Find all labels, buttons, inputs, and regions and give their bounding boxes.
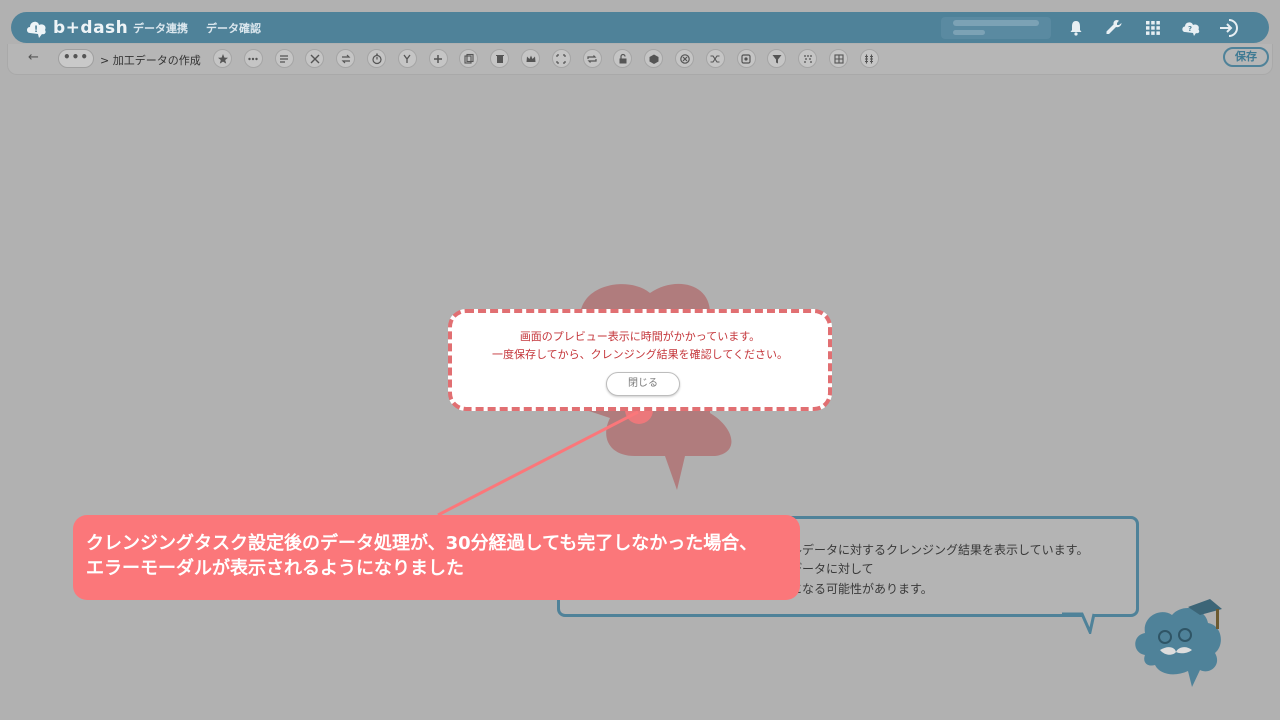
bell-icon[interactable] <box>1065 17 1087 39</box>
modal-message-line1: 画面のプレビュー表示に時間がかかっています。 <box>519 330 761 343</box>
panel-text-line1: ルデータに対するクレンジング結果を表示しています。 <box>790 543 1089 557</box>
star-icon[interactable] <box>213 49 232 68</box>
panel-tail <box>1062 612 1096 634</box>
shuffle-icon[interactable] <box>705 49 725 68</box>
nav-data-check[interactable]: データ確認 <box>206 20 261 36</box>
plus-icon[interactable] <box>428 49 448 68</box>
copy-icon[interactable] <box>459 49 479 68</box>
user-account-info[interactable] <box>941 17 1051 39</box>
lock-icon[interactable] <box>613 49 633 68</box>
wrench-icon[interactable] <box>1103 17 1125 39</box>
columns-icon[interactable] <box>859 49 879 68</box>
pattern-icon[interactable] <box>798 49 818 68</box>
nav-data-integration[interactable]: データ連携 <box>133 20 188 36</box>
branch-icon[interactable] <box>397 49 417 68</box>
callout-line2: エラーモーダルが表示されるようになりました <box>86 558 464 579</box>
grid-icon[interactable] <box>829 49 848 68</box>
feature-callout: クレンジングタスク設定後のデータ処理が、30分経過しても完了しなかった場合、 エ… <box>73 515 800 600</box>
trash-icon[interactable] <box>490 49 510 68</box>
swap-icon[interactable] <box>336 49 356 68</box>
editor-toolbar: ← ••• > 加工データの作成 保存 <box>7 44 1273 75</box>
timer-icon[interactable] <box>367 49 386 68</box>
modal-message-line2: 一度保存してから、クレンジング結果を確認してください。 <box>491 348 788 361</box>
cube-icon[interactable] <box>644 49 664 68</box>
svg-text:?: ? <box>1188 25 1192 33</box>
cancel-icon[interactable] <box>675 49 694 68</box>
save-button[interactable]: 保存 <box>1223 47 1269 67</box>
breadcrumb: > 加工データの作成 <box>100 54 201 67</box>
repeat-icon[interactable] <box>582 49 602 68</box>
close-button[interactable]: 閉じる <box>606 372 680 396</box>
mascot-icon <box>1135 599 1222 687</box>
apps-grid-icon[interactable] <box>1142 17 1164 39</box>
logo-text: b+dash <box>53 17 129 38</box>
more-menu-button[interactable]: ••• <box>58 49 94 68</box>
preview-timeout-error-modal: 画面のプレビュー表示に時間がかかっています。 一度保存してから、クレンジング結果… <box>448 309 832 411</box>
ellipsis-icon[interactable] <box>243 49 263 68</box>
text-align-icon[interactable] <box>274 49 294 68</box>
panel-text-line2: データに対して <box>790 562 874 576</box>
expand-icon[interactable] <box>551 49 571 68</box>
svg-text:!: ! <box>34 25 38 35</box>
top-navigation-bar: ! b+dash データ連携 データ確認 ? <box>11 12 1269 43</box>
filter-icon[interactable] <box>767 49 787 68</box>
help-cloud-icon[interactable]: ? <box>1180 17 1202 39</box>
back-arrow-icon[interactable]: ← <box>28 50 39 65</box>
tools-icon[interactable] <box>305 49 325 68</box>
crown-icon[interactable] <box>521 49 540 68</box>
logout-icon[interactable] <box>1218 17 1240 39</box>
panel-text-line3: になる可能性があります。 <box>790 582 933 596</box>
settings-icon[interactable] <box>736 49 756 68</box>
logo-cloud-icon: ! <box>27 21 46 38</box>
callout-line1: クレンジングタスク設定後のデータ処理が、30分経過しても完了しなかった場合、 <box>86 533 758 554</box>
bdash-logo[interactable]: ! b+dash <box>25 16 128 39</box>
